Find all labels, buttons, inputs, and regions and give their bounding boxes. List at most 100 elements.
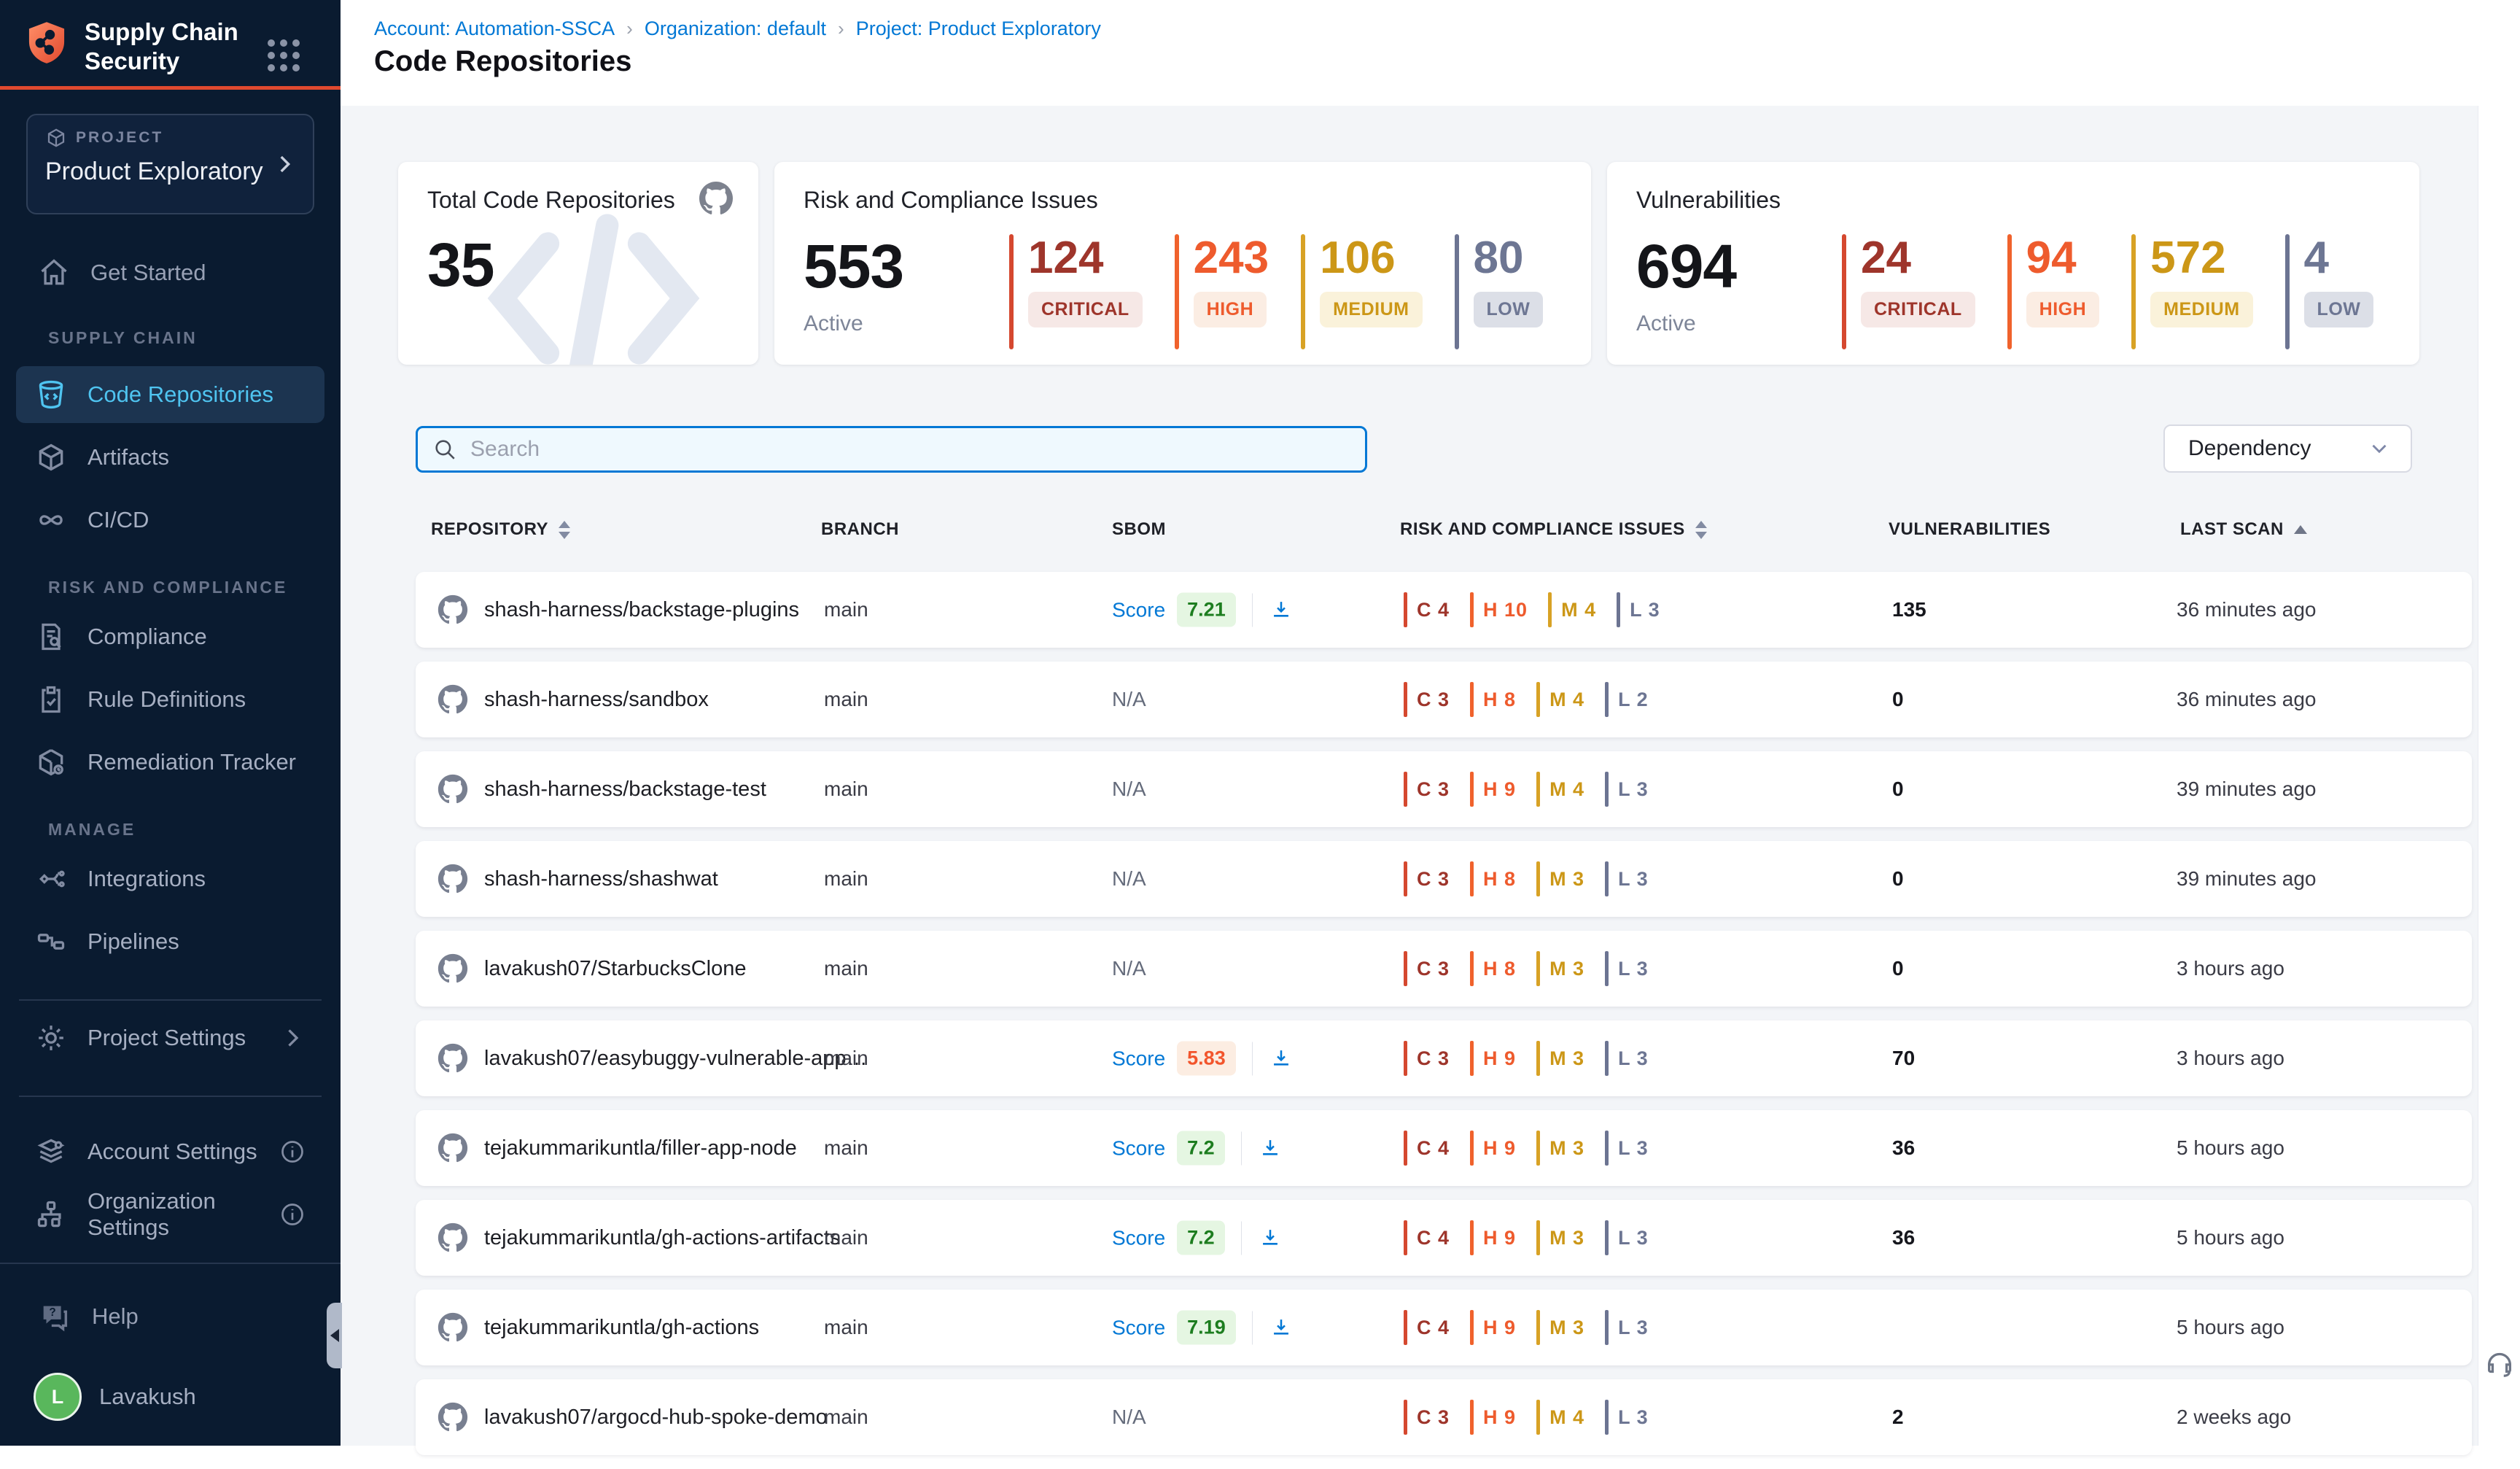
sidebar-collapse-handle[interactable] [327, 1303, 342, 1368]
breadcrumb-account-link[interactable]: Account: Automation-SSCA [374, 18, 615, 40]
risk-chip-critical: C 4 [1404, 1220, 1450, 1255]
branch-name: main [824, 1226, 868, 1249]
table-row[interactable]: shash-harness/backstage-testmainN/AC 3H … [416, 751, 2472, 827]
severity-count: 124 [1028, 234, 1143, 282]
repository-name[interactable]: lavakush07/argocd-hub-spoke-demo [484, 1406, 828, 1430]
column-header-last-scan[interactable]: LAST SCAN [2180, 519, 2307, 540]
risk-chip-high: H 9 [1470, 1310, 1516, 1345]
risk-chip-critical: C 3 [1404, 861, 1450, 896]
sbom-score-link[interactable]: Score [1112, 1316, 1165, 1339]
last-scan-time: 5 hours ago [2177, 1136, 2284, 1160]
support-headset-icon[interactable] [2483, 1346, 2516, 1379]
sidebar-nav: SUPPLY CHAINCode RepositoriesArtifactsCI… [0, 328, 341, 970]
repository-name[interactable]: shash-harness/backstage-test [484, 778, 766, 802]
table-row[interactable]: tejakummarikuntla/filler-app-nodemainSco… [416, 1110, 2472, 1186]
breadcrumb-organization-link[interactable]: Organization: default [645, 18, 826, 40]
risk-chip-low: L 3 [1605, 1220, 1649, 1255]
download-sbom-icon[interactable] [1269, 1315, 1294, 1340]
user-menu[interactable]: L Lavakush [34, 1373, 196, 1421]
app-switcher-grid-icon[interactable] [268, 39, 300, 71]
risk-chip-high: H 9 [1470, 1041, 1516, 1076]
download-sbom-icon[interactable] [1269, 1046, 1294, 1071]
risk-chip-critical: C 4 [1404, 592, 1450, 627]
table-row[interactable]: lavakush07/StarbucksClonemainN/AC 3H 8M … [416, 931, 2472, 1007]
table-row[interactable]: lavakush07/argocd-hub-spoke-demomainN/AC… [416, 1379, 2472, 1455]
branch-name: main [824, 867, 868, 891]
sbom-score-link[interactable]: Score [1112, 1226, 1165, 1249]
column-header-branch: BRANCH [821, 519, 899, 540]
sbom-na: N/A [1112, 867, 1146, 891]
risk-chip-medium: M 4 [1548, 592, 1596, 627]
download-icon [1258, 1136, 1283, 1160]
risk-chip-medium: M 3 [1536, 1310, 1584, 1345]
severity-badge: HIGH [2026, 292, 2100, 327]
sidebar-item-remediation-tracker[interactable]: Remediation Tracker [16, 734, 324, 791]
dependency-dropdown[interactable]: Dependency [2163, 425, 2412, 473]
risk-issues-cell: C 3H 9M 3L 3 [1404, 1041, 1669, 1076]
sidebar-item-pipelines[interactable]: Pipelines [16, 913, 324, 970]
download-icon [1269, 1315, 1294, 1340]
risk-issues-cell: C 4H 9M 3L 3 [1404, 1220, 1669, 1255]
breadcrumb-project-link[interactable]: Project: Product Exploratory [856, 18, 1101, 40]
project-name: Product Exploratory [45, 158, 295, 186]
download-sbom-icon[interactable] [1269, 597, 1294, 622]
repository-name[interactable]: tejakummarikuntla/gh-actions [484, 1316, 759, 1340]
download-sbom-icon[interactable] [1258, 1136, 1283, 1160]
table-row[interactable]: tejakummarikuntla/gh-actionsmainScore7.1… [416, 1290, 2472, 1365]
sidebar-item-code-repositories[interactable]: Code Repositories [16, 366, 324, 423]
vulnerabilities-count: 0 [1892, 867, 1904, 891]
repository-name[interactable]: shash-harness/shashwat [484, 867, 718, 891]
sidebar-item-integrations[interactable]: Integrations [16, 850, 324, 907]
sidebar-item-account-settings[interactable]: Account Settings [16, 1123, 324, 1180]
risk-chip-medium: M 3 [1536, 1220, 1584, 1255]
sidebar-item-help[interactable]: ? Help [38, 1300, 139, 1333]
repository-name[interactable]: lavakush07/StarbucksClone [484, 957, 746, 981]
sidebar-item-rule-definitions[interactable]: Rule Definitions [16, 671, 324, 728]
github-icon [438, 774, 468, 805]
table-row[interactable]: lavakush07/easybuggy-vulnerable-app…main… [416, 1020, 2472, 1096]
repository-name[interactable]: lavakush07/easybuggy-vulnerable-app… [484, 1047, 868, 1071]
project-selector[interactable]: PROJECT Product Exploratory [26, 114, 314, 214]
branch-name: main [824, 688, 868, 711]
page-title: Code Repositories [374, 45, 631, 78]
sidebar-item-organization-settings[interactable]: Organization Settings [16, 1186, 324, 1243]
user-name: Lavakush [99, 1384, 196, 1410]
sidebar-item-project-settings[interactable]: Project Settings [16, 1009, 324, 1066]
sbom-score-link[interactable]: Score [1112, 598, 1165, 621]
table-row[interactable]: tejakummarikuntla/gh-actions-artifactsma… [416, 1200, 2472, 1276]
sidebar-item-ci-cd[interactable]: CI/CD [16, 492, 324, 549]
column-header-sbom: SBOM [1112, 519, 1166, 540]
github-icon [438, 1402, 468, 1433]
column-header-risk-issues[interactable]: RISK AND COMPLIANCE ISSUES [1400, 519, 1707, 540]
sbom-score-link[interactable]: Score [1112, 1047, 1165, 1070]
vulnerabilities-count: 36 [1892, 1226, 1915, 1249]
repository-name[interactable]: shash-harness/sandbox [484, 688, 709, 712]
table-row[interactable]: shash-harness/backstage-pluginsmainScore… [416, 572, 2472, 648]
sidebar-item-get-started[interactable]: Get Started [0, 255, 341, 290]
risk-chip-low: L 3 [1617, 592, 1660, 627]
layers-gear-icon [35, 1136, 67, 1168]
severity-group-critical: 124CRITICAL [1009, 234, 1143, 349]
table-row[interactable]: shash-harness/shashwatmainN/AC 3H 8M 3L … [416, 841, 2472, 917]
active-label: Active [804, 311, 1009, 336]
section-label-risk-and-compliance: RISK AND COMPLIANCE [48, 578, 341, 598]
home-icon [38, 257, 70, 289]
sbom-score-chip: 7.2 [1177, 1221, 1225, 1255]
repository-name[interactable]: shash-harness/backstage-plugins [484, 598, 799, 622]
sidebar-item-artifacts[interactable]: Artifacts [16, 429, 324, 486]
severity-bar [1301, 234, 1305, 349]
sbom-score-link[interactable]: Score [1112, 1136, 1165, 1160]
severity-group-low: 4LOW [2285, 234, 2374, 349]
repository-name[interactable]: tejakummarikuntla/filler-app-node [484, 1136, 797, 1160]
table-row[interactable]: shash-harness/sandboxmainN/AC 3H 8M 4L 2… [416, 662, 2472, 737]
risk-chip-critical: C 4 [1404, 1131, 1450, 1166]
download-sbom-icon[interactable] [1258, 1225, 1283, 1250]
severity-bar [2285, 234, 2290, 349]
risk-chip-low: L 3 [1605, 1310, 1649, 1345]
column-header-repository[interactable]: REPOSITORY [431, 519, 570, 540]
active-label: Active [1636, 311, 1842, 336]
divider [1252, 1311, 1253, 1344]
repository-name[interactable]: tejakummarikuntla/gh-actions-artifacts [484, 1226, 840, 1250]
search-input[interactable] [469, 436, 1350, 462]
sidebar-item-compliance[interactable]: Compliance [16, 608, 324, 665]
